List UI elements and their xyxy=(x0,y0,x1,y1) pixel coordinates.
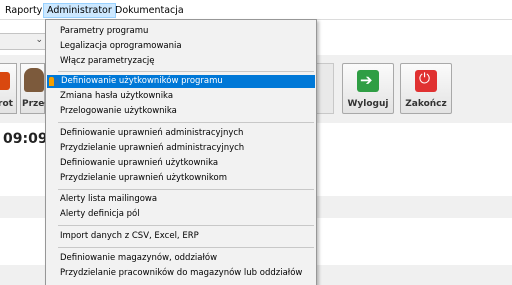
close-app-button[interactable]: Zakończ xyxy=(400,63,452,114)
menu-item-alerty-lista[interactable]: Alerty lista mailingowa xyxy=(46,193,316,206)
menu-item-import-danych[interactable]: Import danych z CSV, Excel, ERP xyxy=(46,230,316,243)
menu-item-def-upr-uzytkownika[interactable]: Definiowanie uprawnień użytkownika xyxy=(46,157,316,170)
menu-item-def-magazynow[interactable]: Definiowanie magazynów, oddziałów xyxy=(46,252,316,265)
menu-item-definiowanie-uzytkownikow[interactable]: Definiowanie użytkowników programu xyxy=(47,75,315,88)
toolbar-button-label: rot xyxy=(0,99,13,109)
menu-dokumentacja[interactable]: Dokumentacja xyxy=(112,3,187,18)
toolbar-button-partial[interactable]: rot xyxy=(0,63,17,114)
clock-text: 09:09 xyxy=(3,131,48,147)
menu-separator xyxy=(58,122,314,123)
menu-item-alerty-definicja[interactable]: Alerty definicja pól xyxy=(46,208,316,221)
menu-item-parametry[interactable]: Parametry programu xyxy=(46,25,316,38)
user-icon xyxy=(24,68,44,92)
menu-separator xyxy=(58,189,314,190)
menu-raporty[interactable]: Raporty xyxy=(2,3,45,18)
switch-user-label: Przeł xyxy=(22,99,48,109)
menu-separator xyxy=(58,247,314,248)
tool-icon xyxy=(0,72,10,90)
combo-box[interactable]: ⌄ xyxy=(0,33,48,50)
menu-item-zmiana-hasla[interactable]: Zmiana hasła użytkownika xyxy=(46,90,316,103)
menu-separator xyxy=(58,225,314,226)
menu-separator xyxy=(58,71,314,72)
menu-bar: Raporty Administrator Dokumentacja xyxy=(0,0,512,20)
close-app-label: Zakończ xyxy=(405,99,447,109)
power-icon xyxy=(415,70,437,92)
users-icon xyxy=(49,77,60,86)
menu-item-przelogowanie[interactable]: Przelogowanie użytkownika xyxy=(46,105,316,118)
chevron-down-icon: ⌄ xyxy=(35,35,43,45)
menu-item-przydz-upr-admin[interactable]: Przydzielanie uprawnień administracyjnyc… xyxy=(46,142,316,155)
switch-user-button[interactable]: Przeł xyxy=(20,63,48,114)
menu-item-legalizacja[interactable]: Legalizacja oprogramowania xyxy=(46,40,316,53)
administrator-dropdown: Parametry programu Legalizacja oprogramo… xyxy=(45,19,317,285)
menu-item-def-upr-admin[interactable]: Definiowanie uprawnień administracyjnych xyxy=(46,127,316,140)
logout-label: Wyloguj xyxy=(347,99,389,109)
menu-item-przydz-upr-uzytkownikom[interactable]: Przydzielanie uprawnień użytkownikom xyxy=(46,172,316,185)
menu-item-label: Definiowanie użytkowników programu xyxy=(61,76,223,86)
menu-item-parametryzacja[interactable]: Włącz parametryzację xyxy=(46,55,316,68)
logout-button[interactable]: Wyloguj xyxy=(342,63,394,114)
logout-icon xyxy=(357,70,379,92)
menu-administrator[interactable]: Administrator xyxy=(43,3,116,18)
menu-item-przydz-pracownikow[interactable]: Przydzielanie pracowników do magazynów l… xyxy=(46,267,316,280)
